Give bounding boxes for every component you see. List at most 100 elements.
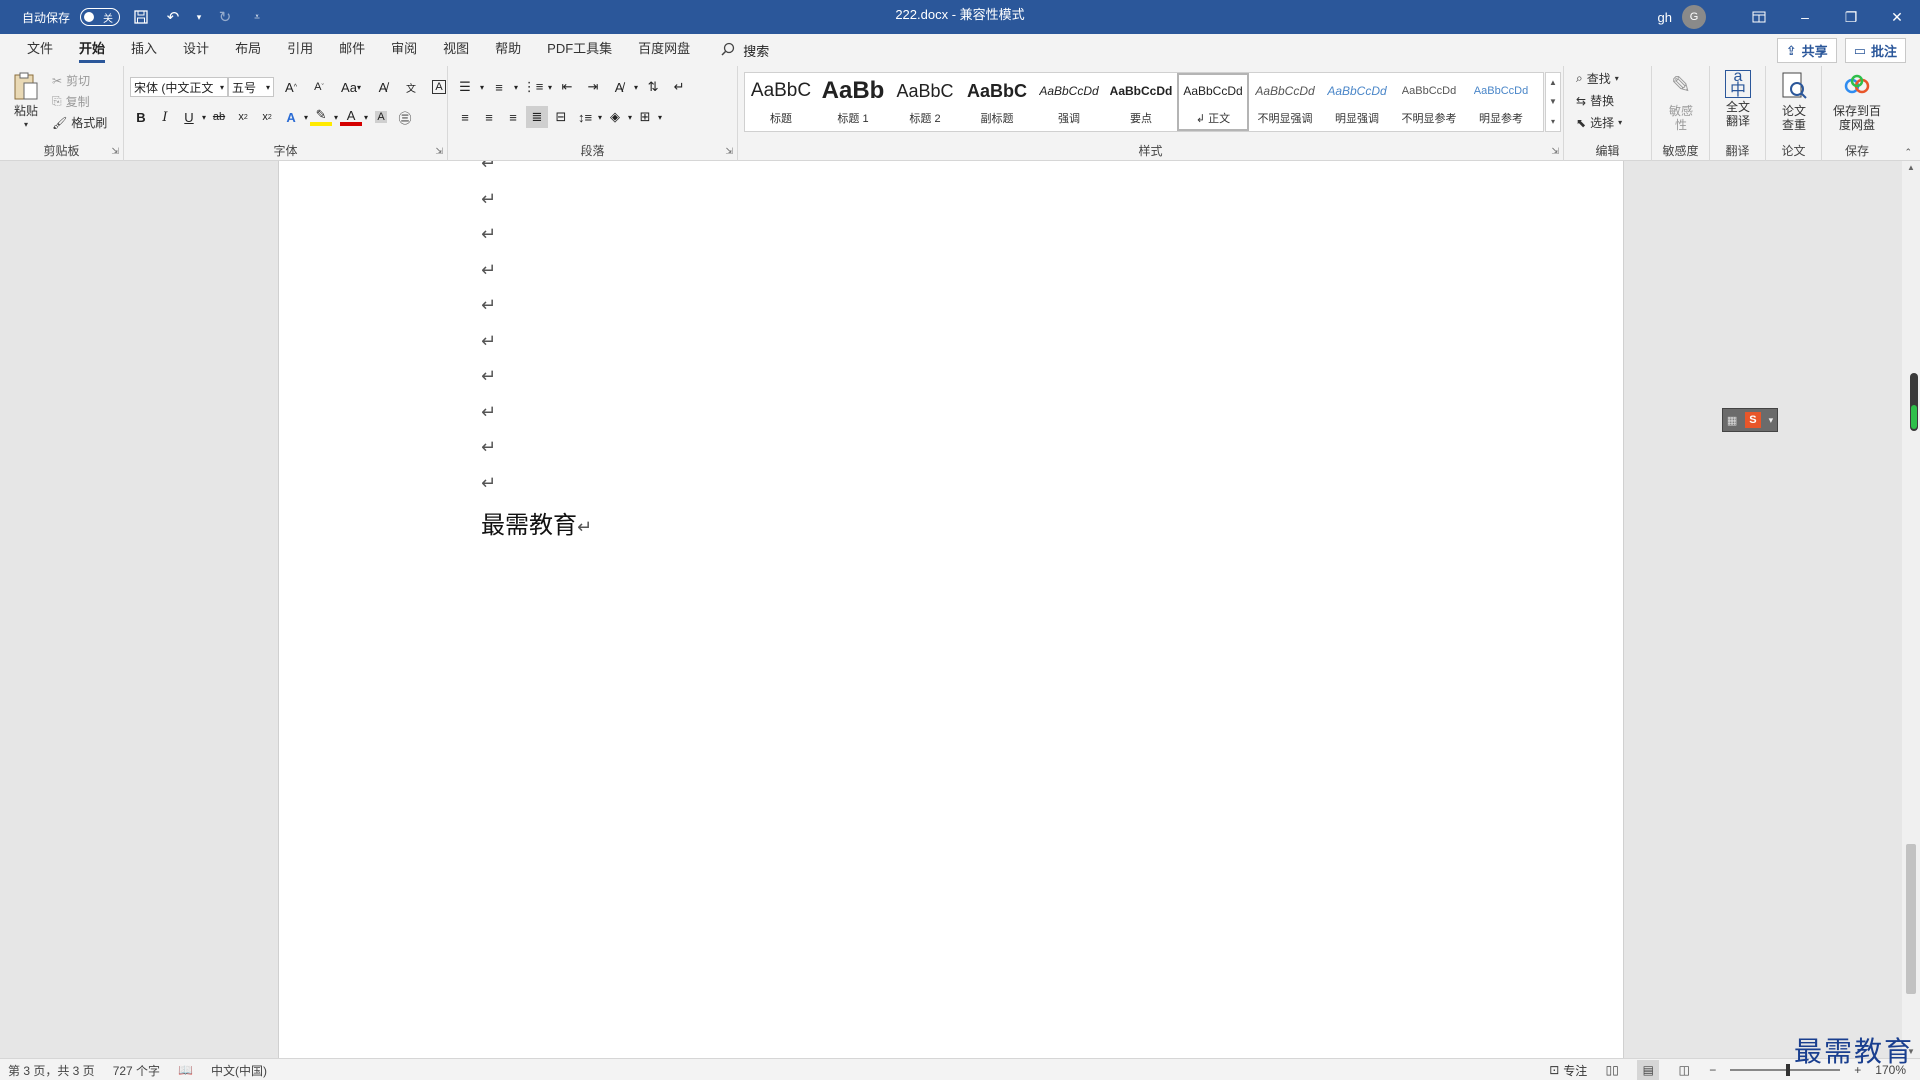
tab-pdf-tools[interactable]: PDF工具集 [534,34,625,66]
style-subtle-emphasis[interactable]: AaBbCcDd 不明显强调 [1249,73,1321,131]
document-text-line[interactable]: 最需教育↵ [481,505,592,540]
save-icon[interactable] [130,6,152,28]
subscript-icon[interactable]: x2 [232,106,254,128]
highlight-icon[interactable]: ✎ [310,107,333,126]
replace-button[interactable]: ⇆ 替换 [1576,92,1614,109]
font-name-dropdown[interactable]: 宋体 (中文正文 ▾ [130,77,228,97]
character-shading-icon[interactable]: A [370,106,392,128]
full-text-translate-button[interactable]: a中 全文翻译 [1716,69,1760,128]
user-name[interactable]: gh [1658,10,1672,25]
show-marks-icon[interactable]: ↵ [668,76,690,98]
undo-dropdown-icon[interactable]: ▾ [194,6,204,28]
autosave-toggle[interactable]: 关 [80,8,121,26]
chevron-down-icon[interactable]: ▾ [658,113,662,122]
bullets-icon[interactable]: ☰ [454,76,476,98]
customize-qat-icon[interactable]: ⩡ [246,6,268,28]
select-button[interactable]: ⬉ 选择 ▾ [1576,114,1622,131]
clear-formatting-icon[interactable]: A̸ [372,76,394,98]
scrollbar-thumb[interactable] [1906,844,1916,994]
chevron-down-icon[interactable]: ▾ [364,113,368,122]
tab-baidu-netdisk[interactable]: 百度网盘 [625,34,703,66]
minimize-icon[interactable]: – [1782,0,1828,34]
styles-launcher-icon[interactable]: ⇲ [1551,146,1559,157]
restore-icon[interactable]: ❐ [1828,0,1874,34]
paper-check-button[interactable]: 论文查重 [1772,70,1816,132]
line-spacing-icon[interactable]: ↕≡ [574,106,596,128]
style-heading-1[interactable]: AaBb 标题 1 [817,73,889,131]
undo-icon[interactable]: ↶ [162,6,184,28]
style-subtle-reference[interactable]: AaBbCcDd 不明显参考 [1393,73,1465,131]
style-strong[interactable]: AaBbCcDd 要点 [1105,73,1177,131]
ime-toolbar[interactable]: ▦ S ▾ [1722,408,1778,432]
comments-button[interactable]: ▭ 批注 [1844,38,1906,63]
style-heading-2[interactable]: AaBbC 标题 2 [889,73,961,131]
chinese-layout-icon[interactable]: A̸ [608,76,630,98]
chevron-down-icon[interactable]: ▾ [334,113,338,122]
decrease-indent-icon[interactable]: ⇤ [556,76,578,98]
bold-icon[interactable]: B [130,106,152,128]
tab-references[interactable]: 引用 [274,34,326,66]
shading-icon[interactable]: ◈ [604,106,626,128]
vertical-scrollbar[interactable]: ▲ ▼ [1902,161,1920,1058]
chevron-down-icon[interactable]: ▾ [548,83,552,92]
tab-mailings[interactable]: 邮件 [326,34,378,66]
align-left-icon[interactable]: ≡ [454,106,476,128]
chevron-down-icon[interactable]: ▾ [628,113,632,122]
tab-review[interactable]: 审阅 [378,34,430,66]
sensitivity-button[interactable]: ✎ 敏感性 [1658,70,1704,133]
copy-button[interactable]: ⎘ 复制 [52,93,90,110]
ime-menu-icon[interactable]: ▾ [1769,415,1774,426]
change-case-button[interactable]: Aa ▾ [336,76,366,98]
paste-button[interactable]: 粘贴 ▾ [10,70,42,132]
gallery-more-icon[interactable]: ▾ [1551,117,1555,126]
gallery-down-icon[interactable]: ▼ [1549,97,1557,106]
tab-help[interactable]: 帮助 [482,34,534,66]
tab-view[interactable]: 视图 [430,34,482,66]
distributed-icon[interactable]: ⊟ [550,106,572,128]
web-layout-icon[interactable]: ◫ [1673,1060,1695,1080]
redo-icon[interactable]: ↻ [214,6,236,28]
italic-icon[interactable]: I [154,106,176,128]
font-color-icon[interactable]: A [340,108,363,126]
increase-indent-icon[interactable]: ⇥ [582,76,604,98]
find-button[interactable]: ⌕ 查找 ▾ [1576,70,1619,87]
focus-mode-button[interactable]: ⊡ 专注 [1549,1062,1587,1079]
grow-font-icon[interactable]: A ^ [280,76,302,98]
close-icon[interactable]: ✕ [1874,0,1920,34]
strikethrough-icon[interactable]: ab [208,106,230,128]
text-effects-icon[interactable]: A [280,106,302,128]
document-page[interactable]: ↵ ↵ ↵ ↵ ↵ ↵ ↵ ↵ ↵ ↵ 最需教育↵ [278,161,1624,1058]
cut-button[interactable]: ✂ 剪切 [52,72,90,89]
chevron-down-icon[interactable]: ▾ [480,83,484,92]
style-subtitle[interactable]: AaBbC 副标题 [961,73,1033,131]
clipboard-launcher-icon[interactable]: ⇲ [111,146,119,157]
save-to-baidu-button[interactable]: 保存到百度网盘 [1828,70,1886,132]
language-indicator[interactable]: 中文(中国) [211,1062,267,1079]
phonetic-guide-icon[interactable]: 文 [400,76,422,98]
superscript-icon[interactable]: x2 [256,106,278,128]
style-emphasis[interactable]: AaBbCcDd 强调 [1033,73,1105,131]
chevron-down-icon[interactable]: ▾ [304,113,308,122]
keyboard-icon[interactable]: ▦ [1727,414,1737,427]
word-count[interactable]: 727 个字 [113,1062,160,1079]
chevron-down-icon[interactable]: ▾ [598,113,602,122]
style-title[interactable]: AaBbC 标题 [745,73,817,131]
font-launcher-icon[interactable]: ⇲ [435,146,443,157]
paragraph-launcher-icon[interactable]: ⇲ [725,146,733,157]
print-layout-icon[interactable]: ▤ [1637,1060,1660,1080]
justify-icon[interactable]: ≣ [526,106,548,128]
read-mode-icon[interactable]: ▯▯ [1601,1060,1623,1080]
multilevel-list-icon[interactable]: ⋮≡ [522,76,544,98]
tab-file[interactable]: 文件 [14,34,66,66]
shrink-font-icon[interactable]: Aˇ [308,76,330,98]
page-info[interactable]: 第 3 页，共 3 页 [8,1062,95,1079]
style-intense-emphasis[interactable]: AaBbCcDd 明显强调 [1321,73,1393,131]
numbering-icon[interactable]: ≡ [488,76,510,98]
character-border-icon[interactable]: A [428,76,450,98]
style-intense-reference[interactable]: AaBbCcDd 明显参考 [1465,73,1537,131]
font-size-dropdown[interactable]: 五号 ▾ [228,77,274,97]
chevron-down-icon[interactable]: ▾ [634,83,638,92]
format-painter-button[interactable]: 🖌 格式刷 [52,114,107,131]
sort-icon[interactable]: ⇅ [642,76,664,98]
underline-icon[interactable]: U [178,106,200,128]
